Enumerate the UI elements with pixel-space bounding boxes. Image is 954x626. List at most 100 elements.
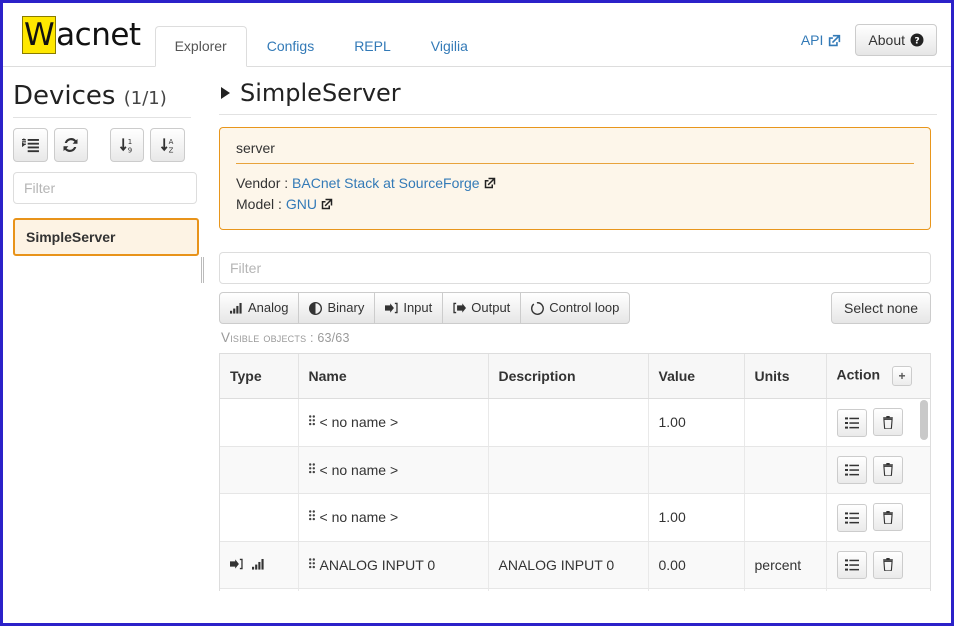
object-name-label: < no name > (319, 414, 399, 431)
tab-configs[interactable]: Configs (247, 26, 334, 67)
tab-vigilia[interactable]: Vigilia (411, 26, 488, 67)
filter-control-loop-button[interactable]: Control loop (520, 292, 631, 324)
tab-explorer[interactable]: Explorer (154, 26, 247, 67)
visible-objects-status: Visible objects : 63/63 (221, 330, 931, 345)
vendor-external-link-icon (480, 175, 496, 191)
nav-tabs: Explorer Configs REPL Vigilia (154, 26, 488, 67)
logo-rest: acnet (56, 17, 141, 53)
objects-table-container: Type Name Description Value Units Action… (219, 353, 931, 591)
page-title-label: SimpleServer (240, 79, 401, 107)
select-none-button[interactable]: Select none (831, 292, 931, 324)
grip-icon[interactable] (308, 463, 315, 476)
column-header-type[interactable]: Type (220, 354, 299, 399)
about-button[interactable]: About ? (855, 24, 937, 56)
object-name-label: ANALOG INPUT 0 (319, 556, 436, 573)
filter-control-loop-label: Control loop (549, 300, 620, 315)
api-link[interactable]: API (801, 32, 842, 48)
cell-action (826, 493, 930, 542)
row-delete-button[interactable] (873, 408, 904, 436)
svg-text:?: ? (914, 36, 919, 47)
table-row[interactable]: < no name > (220, 446, 930, 494)
filter-binary-button[interactable]: Binary (298, 292, 376, 324)
grip-icon[interactable] (308, 415, 315, 428)
cell-name: < no name > (298, 446, 489, 494)
app-logo: Wacnet (17, 16, 155, 66)
visible-objects-count: 63/63 (317, 331, 350, 345)
row-details-button[interactable] (836, 456, 867, 484)
model-link[interactable]: GNU (286, 196, 317, 212)
table-scrollbar-thumb[interactable] (920, 400, 928, 440)
row-details-button[interactable] (836, 503, 867, 532)
table-header-row: Type Name Description Value Units Action… (220, 354, 930, 399)
table-row[interactable]: ANALOG INPUT 0 ANALOG INPUT 0 0.00 perce… (220, 541, 930, 589)
cell-value: 1.00 (648, 493, 745, 542)
sidebar-splitter[interactable] (199, 67, 207, 623)
cell-value: 0.00 (648, 588, 745, 591)
api-link-label: API (800, 32, 824, 48)
filter-input-button[interactable]: Input (374, 292, 444, 324)
sort-numeric-icon[interactable]: 1 9 (109, 128, 145, 162)
filter-output-button[interactable]: Output (442, 292, 522, 324)
grip-icon[interactable] (308, 558, 315, 571)
device-info-name: server (236, 140, 914, 164)
grip-icon[interactable] (308, 510, 315, 523)
cell-type (220, 588, 299, 591)
row-details-button[interactable] (836, 408, 867, 437)
caret-right-icon[interactable] (221, 87, 230, 99)
sidebar-item-simpleserver[interactable]: SimpleServer (13, 218, 199, 256)
object-name-label: < no name > (319, 509, 399, 526)
cell-action (826, 446, 930, 494)
column-header-description[interactable]: Description (488, 354, 649, 399)
app-window: Wacnet Explorer Configs REPL Vigilia API… (0, 0, 954, 626)
add-object-button[interactable]: + (891, 366, 912, 386)
refresh-icon[interactable] (53, 128, 89, 162)
vendor-link[interactable]: BACnet Stack at SourceForge (292, 175, 480, 191)
device-model-line: Model : GNU (236, 194, 914, 215)
table-row[interactable]: < no name > 1.00 (220, 398, 930, 447)
devices-count: (1/1) (123, 88, 167, 109)
tab-repl[interactable]: REPL (334, 26, 411, 67)
sign-out-icon (453, 302, 467, 314)
devices-sidebar: Devices (1/1) 1 9 A Z Filter SimpleServe… (3, 67, 199, 623)
object-filter-input[interactable] (219, 252, 931, 284)
filter-binary-label: Binary (327, 300, 365, 315)
splitter-grip-icon[interactable] (201, 257, 204, 283)
vendor-label: Vendor : (236, 175, 289, 191)
sign-in-icon (385, 302, 398, 314)
question-circle-icon: ? (910, 33, 924, 47)
external-link-icon (828, 34, 841, 47)
filter-output-label: Output (471, 300, 511, 315)
cell-units (744, 446, 827, 494)
filter-analog-button[interactable]: Analog (219, 292, 300, 324)
row-delete-button[interactable] (873, 550, 904, 579)
row-delete-button[interactable] (873, 455, 904, 484)
model-label: Model : (236, 196, 282, 212)
cell-type (220, 446, 299, 494)
svg-text:9: 9 (128, 146, 132, 154)
table-scrollbar[interactable] (920, 400, 928, 586)
row-delete-button[interactable] (873, 503, 904, 531)
circle-notch-icon (531, 301, 545, 315)
cell-action (826, 398, 930, 447)
page-title: SimpleServer (219, 79, 937, 115)
column-header-units[interactable]: Units (744, 354, 827, 399)
device-filter-input[interactable] (13, 172, 197, 204)
cell-units (744, 398, 827, 447)
cell-value: 0.00 (648, 541, 745, 589)
devices-heading: Devices (1/1) (13, 81, 191, 118)
cell-description: ANALOG INPUT 0 (488, 541, 649, 589)
sort-alpha-icon[interactable]: A Z (150, 128, 185, 162)
objects-table-head: Type Name Description Value Units Action… (220, 354, 930, 399)
list-indent-icon[interactable] (13, 128, 48, 162)
cell-name: < no name > (298, 398, 489, 447)
table-row[interactable]: ANALOG INPUT 1 ANALOG INPUT 1 0.00 perce… (220, 588, 930, 591)
devices-toolbar: 1 9 A Z (13, 128, 191, 162)
column-header-value[interactable]: Value (648, 354, 745, 399)
row-details-button[interactable] (836, 551, 867, 579)
table-row[interactable]: < no name > 1.00 (220, 493, 930, 542)
visible-objects-label: Visible objects (221, 330, 307, 345)
column-header-name[interactable]: Name (298, 354, 489, 399)
cell-value (648, 446, 745, 494)
device-item-label: SimpleServer (26, 229, 116, 245)
cell-description (488, 446, 649, 494)
